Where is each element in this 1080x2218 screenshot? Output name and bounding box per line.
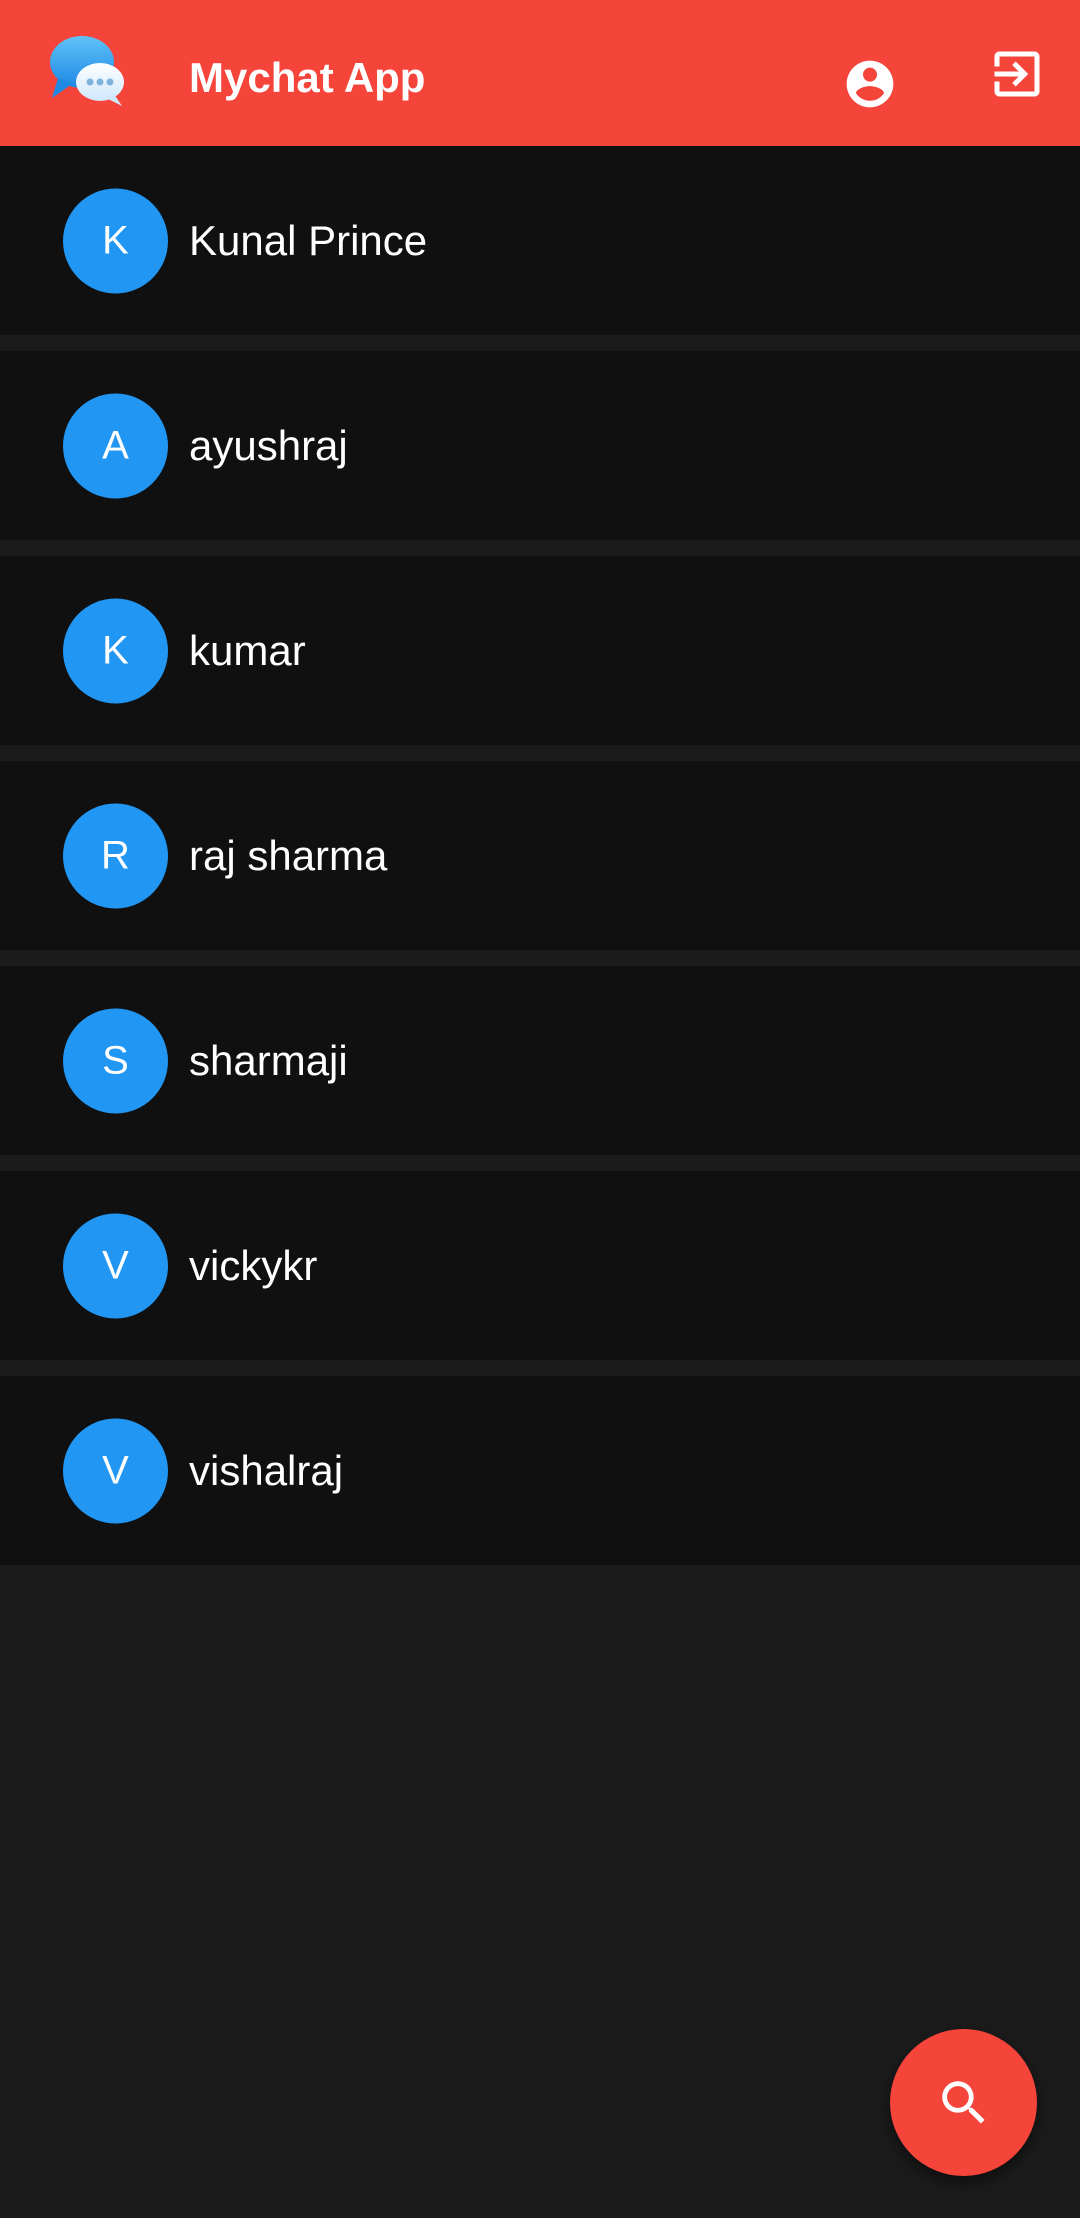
profile-button[interactable] xyxy=(830,44,910,124)
contact-name: ayushraj xyxy=(189,421,348,469)
search-fab-button[interactable] xyxy=(890,2029,1037,2176)
avatar: A xyxy=(63,393,168,498)
contact-name: raj sharma xyxy=(189,831,388,879)
logout-icon xyxy=(994,51,1040,97)
app-title: Mychat App xyxy=(189,54,426,101)
contact-name: Kunal Prince xyxy=(189,216,428,264)
chat-bubbles-icon xyxy=(48,32,128,112)
contact-list-item[interactable]: K Kunal Prince xyxy=(0,146,1080,335)
contact-list-item[interactable]: K kumar xyxy=(0,556,1080,745)
account-circle-icon xyxy=(846,60,894,108)
contact-list-item[interactable]: S sharmaji xyxy=(0,966,1080,1155)
contact-list: K Kunal Prince A ayushraj K kumar R raj … xyxy=(0,146,1080,1565)
contact-name: vishalraj xyxy=(189,1446,344,1494)
search-icon xyxy=(941,2080,985,2124)
contact-name: vickykr xyxy=(189,1241,318,1289)
avatar: K xyxy=(63,598,168,703)
contact-list-item[interactable]: V vickykr xyxy=(0,1171,1080,1360)
contact-list-item[interactable]: R raj sharma xyxy=(0,761,1080,950)
avatar: V xyxy=(63,1213,168,1318)
avatar: S xyxy=(63,1008,168,1113)
contact-name: kumar xyxy=(189,626,306,674)
app-bar: Mychat App xyxy=(0,0,1080,146)
avatar: V xyxy=(63,1418,168,1523)
contact-list-item[interactable]: A ayushraj xyxy=(0,351,1080,540)
contact-name: sharmaji xyxy=(189,1036,348,1084)
avatar: R xyxy=(63,803,168,908)
avatar: K xyxy=(63,188,168,293)
contact-list-item[interactable]: V vishalraj xyxy=(0,1376,1080,1565)
logout-button[interactable] xyxy=(977,34,1057,114)
